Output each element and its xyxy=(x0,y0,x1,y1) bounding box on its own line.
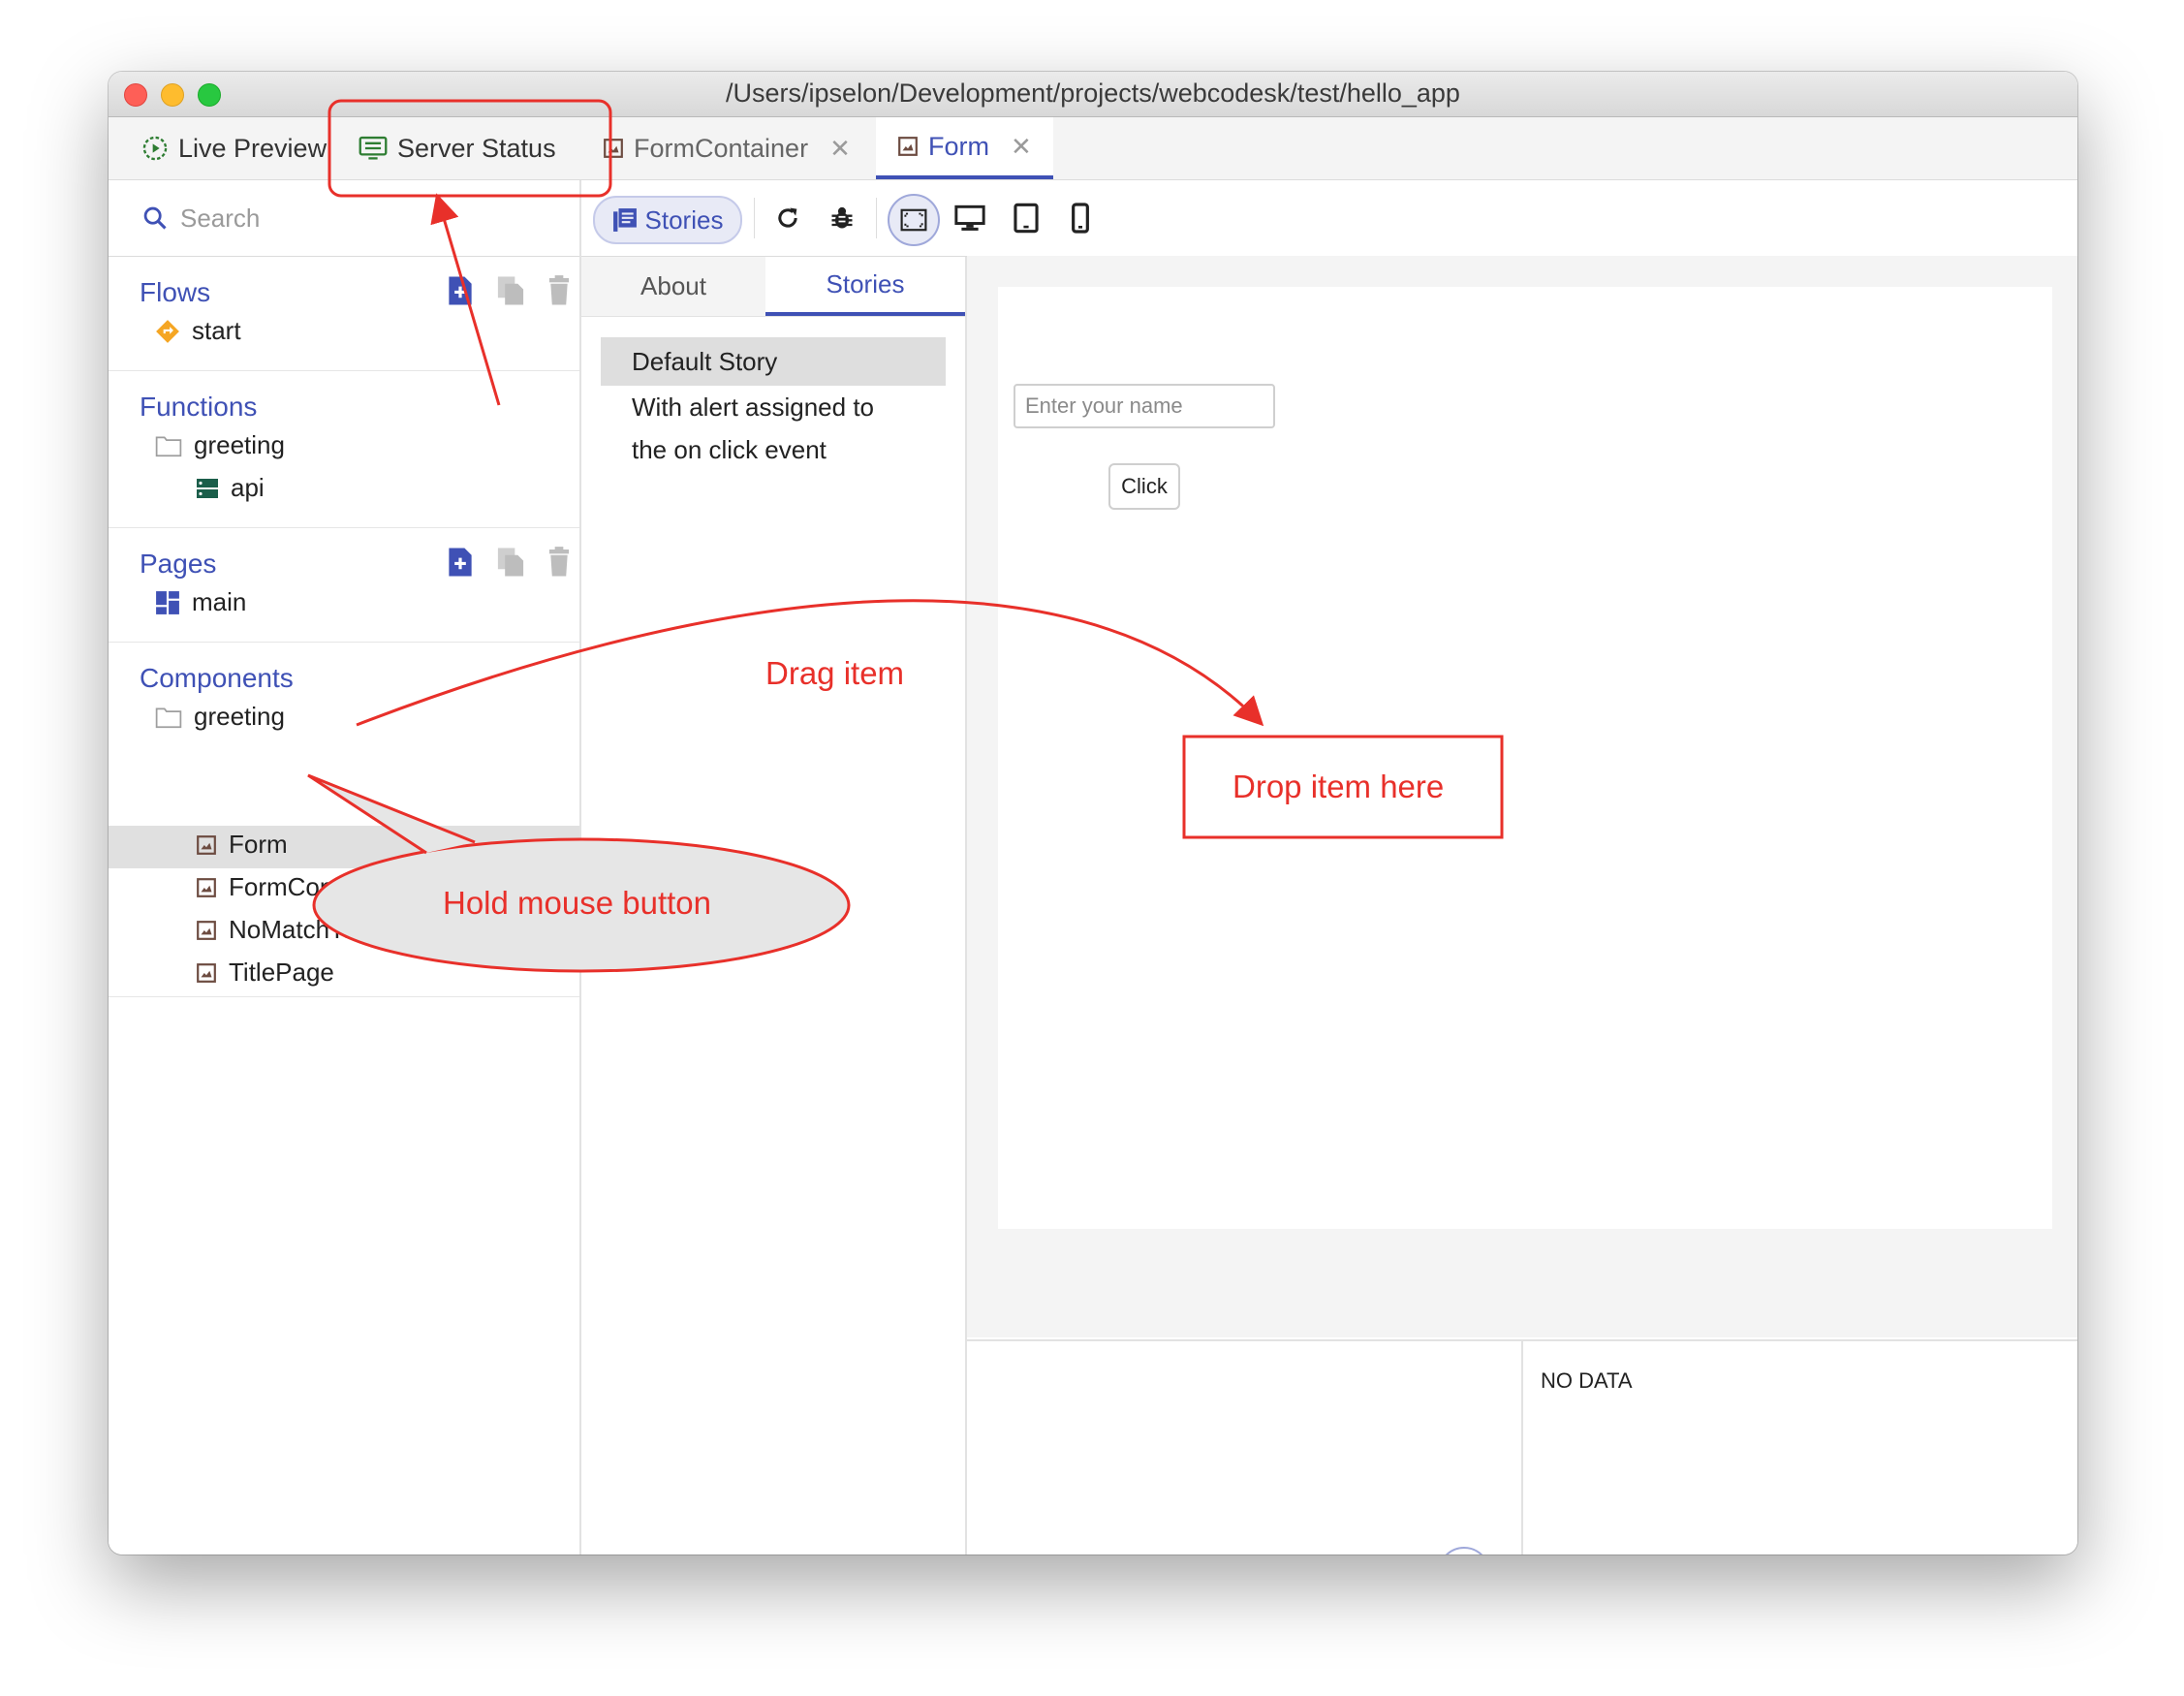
server-status-highlight xyxy=(328,99,612,198)
annotation-overlay xyxy=(307,99,1504,973)
drag-item-label: Drag item xyxy=(765,655,905,691)
hold-mouse-label: Hold mouse button xyxy=(443,885,712,921)
hold-callout-pointer xyxy=(308,775,475,853)
server-status-arrow xyxy=(430,193,501,406)
drop-item-label: Drop item here xyxy=(1232,769,1445,804)
